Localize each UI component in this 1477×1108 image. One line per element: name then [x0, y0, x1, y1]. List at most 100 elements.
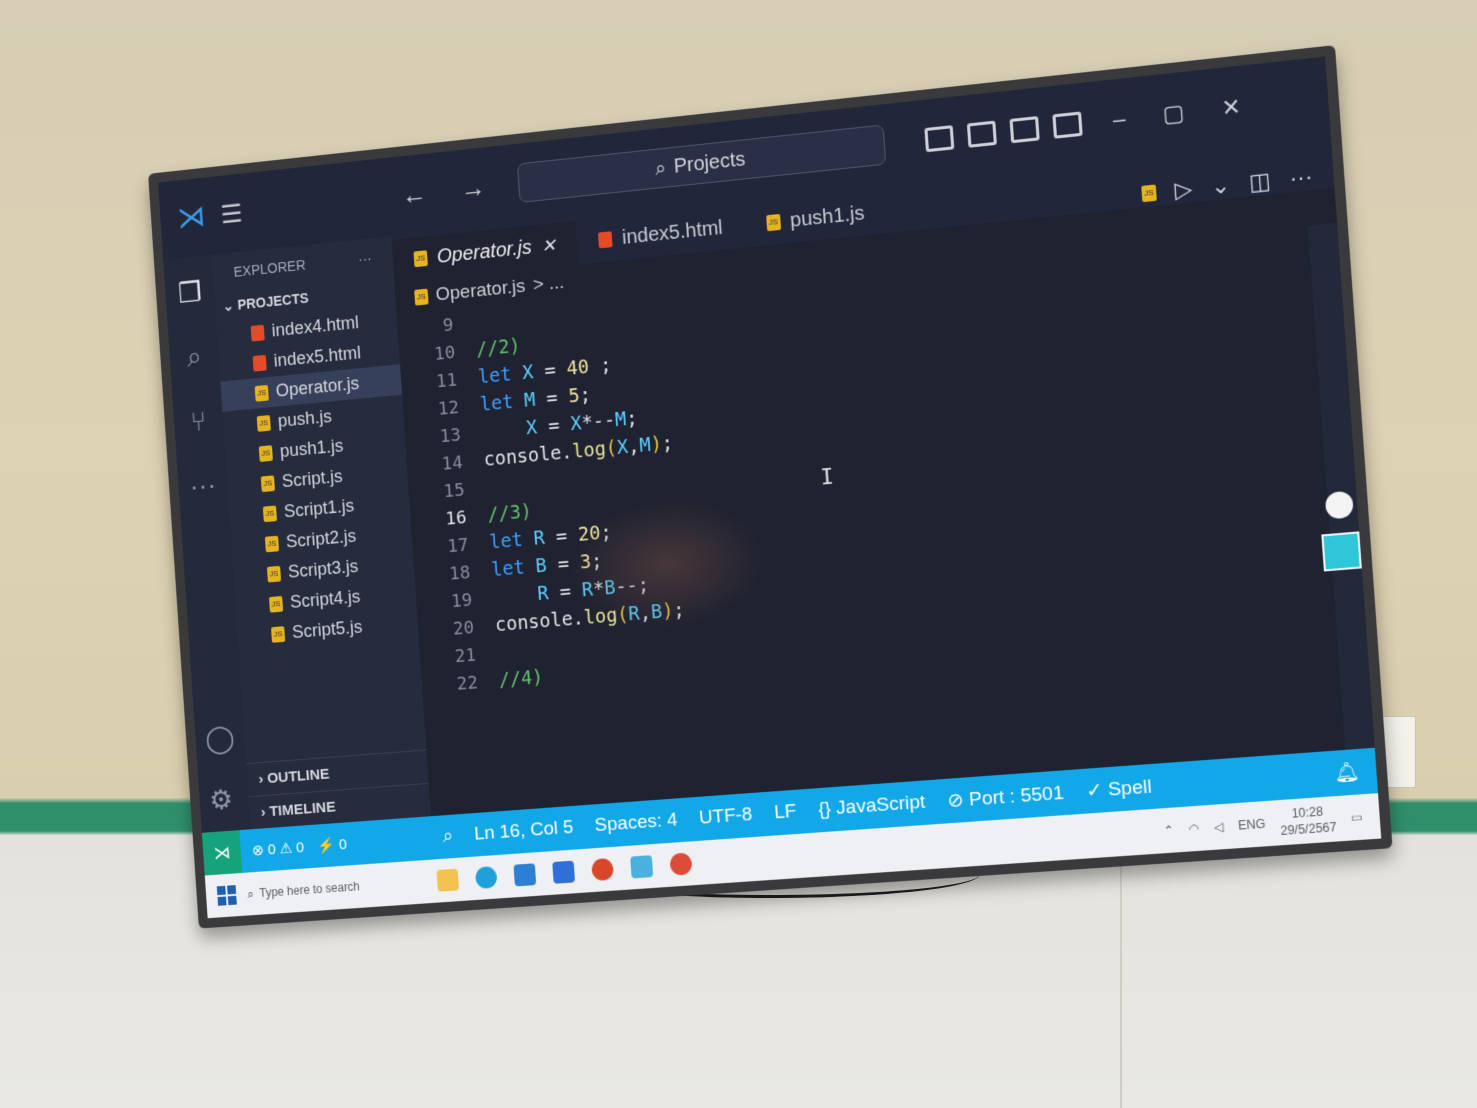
- ports-indicator[interactable]: ⚡ 0: [317, 835, 348, 855]
- search-icon: ⌕: [247, 886, 254, 901]
- timeline-label: TIMELINE: [269, 799, 336, 820]
- file-label: Script2.js: [285, 526, 356, 553]
- more-actions-icon[interactable]: ···: [1289, 163, 1314, 192]
- js-file-icon: JS: [255, 384, 269, 401]
- code-token: let: [489, 528, 535, 554]
- taskbar-search[interactable]: ⌕ Type here to search: [247, 875, 419, 901]
- code-token: 40: [566, 356, 590, 380]
- encoding[interactable]: UTF-8: [688, 803, 764, 830]
- clock[interactable]: 10:28 29/5/2567: [1279, 802, 1337, 839]
- code-token: ;: [661, 432, 674, 455]
- file-label: Script3.js: [287, 556, 358, 583]
- line-number: 17: [412, 532, 490, 559]
- file-explorer-icon[interactable]: [436, 869, 459, 892]
- file-label: Script.js: [281, 466, 343, 492]
- outline-label: OUTLINE: [267, 766, 330, 787]
- line-number: 13: [404, 422, 482, 450]
- js-file-icon: JS: [414, 289, 428, 306]
- search-label: Projects: [673, 148, 746, 178]
- code-token: let: [479, 390, 525, 416]
- code-token: //4): [498, 666, 544, 691]
- line-number: 9: [397, 312, 475, 340]
- menu-icon[interactable]: ☰: [212, 197, 252, 231]
- explorer-more-button[interactable]: ···: [358, 250, 372, 267]
- window-controls: – ▢ ✕: [1112, 93, 1242, 133]
- search-icon[interactable]: ⌕: [186, 341, 203, 374]
- js-file-icon: JS: [269, 595, 283, 612]
- html-file-icon: [253, 354, 267, 371]
- spell-check[interactable]: ✓ Spell: [1074, 774, 1164, 804]
- toggle-sidebar-icon[interactable]: [925, 125, 955, 152]
- notification-icon[interactable]: ▭: [1350, 810, 1363, 825]
- file-label: index4.html: [271, 312, 359, 341]
- code-token: [492, 583, 538, 608]
- line-number: 19: [416, 588, 494, 615]
- vscode-window: ⋊ ☰ ← → ⌕ Projects – ▢ ✕ ❐ ⌕ ⑂ ··· ◯ ⚙ E…: [158, 56, 1381, 918]
- js-file-icon: JS: [267, 565, 281, 582]
- wifi-icon[interactable]: ◠: [1188, 821, 1200, 836]
- windows-start-icon[interactable]: [217, 885, 237, 906]
- line-number: 11: [401, 367, 479, 395]
- toggle-secondary-sidebar-icon[interactable]: [1010, 116, 1040, 143]
- toggle-panel-icon[interactable]: [967, 121, 997, 148]
- chevron-down-icon: ⌄: [222, 297, 234, 314]
- code-editor[interactable]: 9 10//2) 11 let X = 40 ; 12 let M = 5; 13 X = …: [397, 226, 1345, 816]
- maximize-button[interactable]: ▢: [1162, 100, 1185, 129]
- remote-icon[interactable]: ⋊: [202, 830, 242, 875]
- explorer-icon[interactable]: ❐: [177, 275, 203, 309]
- code-token: ;: [626, 407, 639, 430]
- outlook-icon[interactable]: [552, 861, 575, 884]
- file-label: Script5.js: [292, 617, 364, 643]
- pen-icon[interactable]: [1325, 491, 1354, 520]
- language-mode[interactable]: {} JavaScript: [806, 791, 937, 822]
- js-file-icon: JS: [261, 475, 275, 492]
- vscode-logo-icon: ⋊: [168, 193, 214, 242]
- chevron-down-icon[interactable]: ⌄: [1210, 172, 1231, 201]
- chrome-icon[interactable]: [669, 852, 692, 875]
- breadcrumb-file[interactable]: Operator.js: [435, 276, 526, 307]
- edge-icon[interactable]: [475, 866, 498, 889]
- vscode-taskbar-icon[interactable]: [513, 863, 536, 886]
- js-file-icon: JS: [257, 415, 271, 432]
- code-token: =: [536, 413, 571, 438]
- chevron-up-icon[interactable]: ⌃: [1163, 823, 1174, 838]
- more-icon[interactable]: ···: [189, 469, 217, 502]
- customize-layout-icon[interactable]: [1053, 111, 1083, 138]
- html-file-icon: [598, 231, 613, 248]
- clock-date: 29/5/2567: [1280, 819, 1337, 839]
- code-token: let: [491, 556, 537, 581]
- live-server-port[interactable]: ⊘ Port : 5501: [936, 780, 1076, 813]
- explorer-title: EXPLORER: [233, 257, 306, 280]
- language-indicator[interactable]: ENG: [1238, 817, 1266, 833]
- volume-icon[interactable]: ◁: [1213, 819, 1224, 834]
- overlay-widget[interactable]: [1321, 531, 1362, 571]
- breadcrumb-rest[interactable]: > ...: [532, 272, 565, 297]
- close-button[interactable]: ✕: [1221, 93, 1242, 122]
- cursor-position[interactable]: Ln 16, Col 5: [463, 816, 585, 846]
- file-label: index5.html: [273, 343, 362, 372]
- zoom-icon[interactable]: ⌕: [432, 825, 465, 849]
- system-tray: ⌃ ◠ ◁ ENG 10:28 29/5/2567 ▭: [1162, 799, 1380, 847]
- run-icon[interactable]: ▷: [1174, 176, 1193, 204]
- close-tab-icon[interactable]: ✕: [541, 235, 557, 257]
- minimize-button[interactable]: –: [1112, 106, 1126, 134]
- nav-arrows[interactable]: ← →: [401, 170, 500, 211]
- bell-icon[interactable]: 🔔︎: [1333, 759, 1360, 786]
- status-right: 🔔︎: [1333, 758, 1377, 786]
- code-token: log: [572, 438, 607, 463]
- file-label: Operator.js: [275, 373, 360, 401]
- code-token: *--: [581, 409, 616, 434]
- line-number: 15: [408, 477, 486, 505]
- js-file-icon: JS: [413, 250, 427, 267]
- indentation[interactable]: Spaces: 4: [583, 809, 689, 838]
- js-file-icon: JS: [271, 626, 285, 643]
- split-editor-icon[interactable]: ◫: [1248, 168, 1272, 197]
- code-token: [481, 418, 527, 444]
- powerpoint-icon[interactable]: [591, 858, 614, 881]
- end-of-line[interactable]: LF: [763, 800, 808, 825]
- source-control-icon[interactable]: ⑂: [190, 406, 208, 438]
- gear-icon[interactable]: ⚙: [208, 782, 240, 816]
- photos-icon[interactable]: [630, 855, 653, 878]
- account-icon[interactable]: ◯: [204, 721, 236, 755]
- problems-indicator[interactable]: ⊗ 0 ⚠ 0: [251, 838, 304, 859]
